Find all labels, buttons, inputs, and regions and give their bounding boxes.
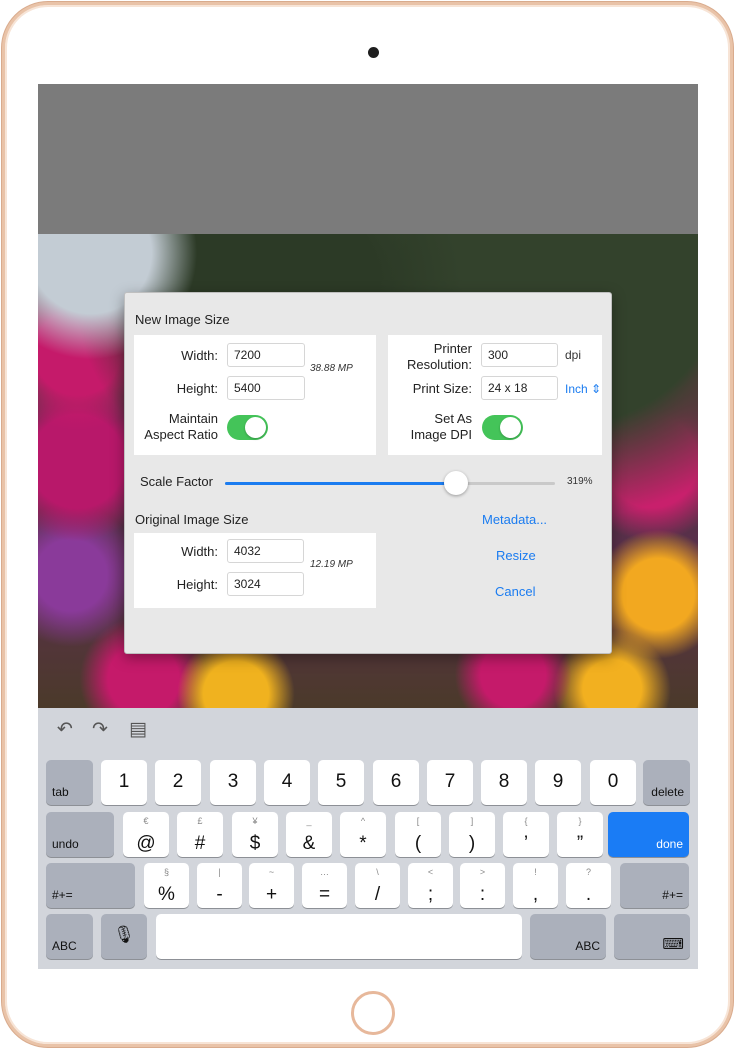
symbol-key[interactable]: ~ + <box>249 863 294 908</box>
cancel-button[interactable]: Cancel <box>495 584 535 599</box>
new-size-panel: Width: 7200 Height: 5400 38.88 MP Mainta… <box>134 335 376 455</box>
key-9[interactable]: 9 <box>535 760 581 805</box>
height-label: Height: <box>176 381 218 396</box>
print-unit-selector[interactable]: Inch ⇕ <box>565 382 601 396</box>
print-size-input[interactable]: 24 x 18 <box>481 376 558 400</box>
scale-percent: 319% <box>567 476 593 487</box>
symbol-key[interactable]: … = <box>302 863 347 908</box>
set-dpi-toggle[interactable] <box>482 415 523 440</box>
redo-icon[interactable]: ↷ <box>92 720 108 740</box>
key-4[interactable]: 4 <box>264 760 310 805</box>
original-height-field: 3024 <box>227 572 304 596</box>
tab-key[interactable]: tab <box>46 760 93 805</box>
dimmed-top-area <box>38 84 698 234</box>
scale-slider-fill <box>225 482 456 485</box>
key-2[interactable]: 2 <box>155 760 201 805</box>
symbol-key[interactable]: <; <box>408 863 453 908</box>
symbol-key[interactable]: | - <box>197 863 242 908</box>
resize-button[interactable]: Resize <box>496 548 536 563</box>
undo-icon[interactable]: ↶ <box>57 720 73 740</box>
key-1[interactable]: 1 <box>101 760 147 805</box>
symbol-key[interactable]: £ # <box>177 812 223 857</box>
maintain-aspect-label: Maintain Aspect Ratio <box>144 411 218 442</box>
original-megapixels: 12.19 MP <box>310 559 353 570</box>
original-height-label: Height: <box>176 577 218 592</box>
scale-slider-thumb[interactable] <box>444 471 468 495</box>
new-megapixels: 38.88 MP <box>310 363 353 374</box>
microphone-icon: 🎙 <box>113 925 135 944</box>
dictation-key[interactable]: 🎙 <box>101 914 147 959</box>
key-0[interactable]: 0 <box>590 760 636 805</box>
undo-key[interactable]: undo <box>46 812 114 857</box>
original-width-field: 4032 <box>227 539 304 563</box>
abc-key-right[interactable]: ABC <box>530 914 606 959</box>
key-3[interactable]: 3 <box>210 760 256 805</box>
symbol-key[interactable]: >: <box>460 863 505 908</box>
screen: New Image Size Width: 7200 Height: 5400 … <box>38 84 698 969</box>
home-button[interactable] <box>351 991 395 1035</box>
dismiss-keyboard-key[interactable]: ⌨ <box>614 914 690 959</box>
paste-icon[interactable]: ▤ <box>129 720 147 740</box>
symbol-key[interactable]: ^ * <box>340 812 386 857</box>
scale-slider-track[interactable] <box>225 482 555 485</box>
keyboard-shortcut-bar: ↶ ↷ ▤ <box>38 708 698 756</box>
symbol-key[interactable]: ¥ $ <box>232 812 278 857</box>
original-size-panel: Width: 4032 Height: 3024 12.19 MP <box>134 533 376 608</box>
keyboard-dismiss-icon: ⌨ <box>662 936 684 953</box>
symbol-key[interactable]: §% <box>144 863 189 908</box>
width-input[interactable]: 7200 <box>227 343 305 367</box>
keyboard: ↶ ↷ ▤ tab delete undo done #+= #+= ABC 🎙… <box>38 708 698 969</box>
maintain-aspect-toggle[interactable] <box>227 415 268 440</box>
dpi-unit: dpi <box>565 348 582 362</box>
symbols-key-right[interactable]: #+= <box>620 863 689 908</box>
original-width-label: Width: <box>181 544 218 559</box>
updown-chevron-icon: ⇕ <box>591 382 602 396</box>
printer-resolution-input[interactable]: 300 <box>481 343 558 367</box>
print-size-label: Print Size: <box>412 381 472 396</box>
symbol-key[interactable]: _ & <box>286 812 332 857</box>
scale-factor-label: Scale Factor <box>140 474 213 489</box>
key-5[interactable]: 5 <box>318 760 364 805</box>
new-size-title: New Image Size <box>135 312 230 327</box>
symbol-key[interactable]: [( <box>395 812 441 857</box>
print-panel: Printer Resolution: 300 dpi Print Size: … <box>388 335 602 455</box>
symbol-key[interactable]: {’ <box>503 812 549 857</box>
symbol-key[interactable]: !, <box>513 863 558 908</box>
resize-dialog: New Image Size Width: 7200 Height: 5400 … <box>124 292 612 654</box>
done-key[interactable]: done <box>608 812 689 857</box>
key-7[interactable]: 7 <box>427 760 473 805</box>
symbol-key[interactable]: € @ <box>123 812 169 857</box>
front-camera <box>368 47 379 58</box>
original-size-title: Original Image Size <box>135 512 249 527</box>
set-dpi-label: Set As Image DPI <box>410 411 472 442</box>
key-8[interactable]: 8 <box>481 760 527 805</box>
metadata-link[interactable]: Metadata... <box>482 512 547 527</box>
delete-key[interactable]: delete <box>643 760 690 805</box>
symbol-key[interactable]: }” <box>557 812 603 857</box>
abc-key-left[interactable]: ABC <box>46 914 93 959</box>
width-label: Width: <box>181 348 218 363</box>
key-6[interactable]: 6 <box>373 760 419 805</box>
symbol-key[interactable]: ?. <box>566 863 611 908</box>
printer-resolution-label: Printer Resolution: <box>406 341 472 372</box>
space-key[interactable] <box>156 914 522 959</box>
symbol-key[interactable]: ]) <box>449 812 495 857</box>
height-input[interactable]: 5400 <box>227 376 305 400</box>
symbol-key[interactable]: \ / <box>355 863 400 908</box>
symbols-key-left[interactable]: #+= <box>46 863 135 908</box>
